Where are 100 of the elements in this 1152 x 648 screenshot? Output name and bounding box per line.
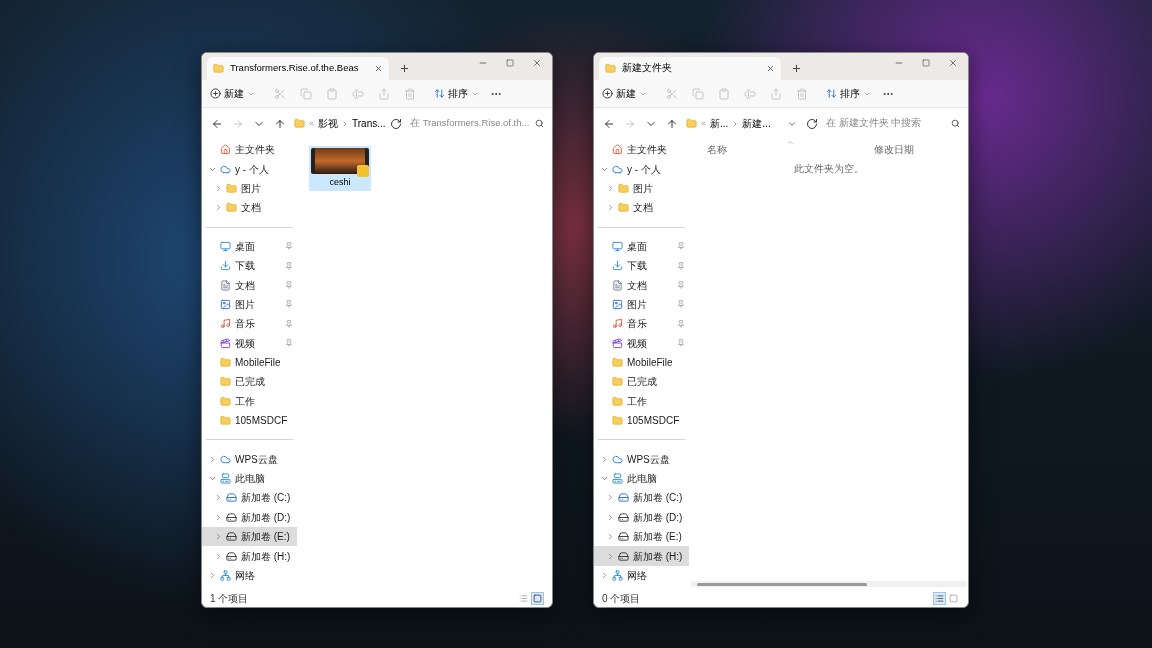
- nav-item[interactable]: 新加卷 (D:): [202, 507, 297, 528]
- pin-icon[interactable]: [285, 242, 293, 251]
- chevron-right-icon[interactable]: [600, 571, 609, 580]
- nav-item[interactable]: WPS云盘: [202, 449, 297, 469]
- tab[interactable]: Transformers.Rise.of.the.Beas: [207, 57, 389, 80]
- breadcrumb[interactable]: 影视: [318, 116, 338, 131]
- nav-item[interactable]: 桌面: [594, 236, 689, 256]
- nav-item[interactable]: 此电脑: [594, 468, 689, 489]
- nav-item[interactable]: 下载: [202, 255, 297, 276]
- large-icons-view-button[interactable]: [531, 591, 544, 605]
- nav-item[interactable]: 新加卷 (C:): [594, 488, 689, 508]
- tab[interactable]: 新建文件夹: [599, 57, 781, 80]
- nav-item[interactable]: 视频: [202, 333, 297, 353]
- chevron-right-icon[interactable]: [214, 203, 223, 213]
- chevron-right-icon[interactable]: [214, 183, 223, 193]
- column-header[interactable]: 名称: [707, 141, 874, 157]
- pin-icon[interactable]: [677, 242, 685, 251]
- new-tab-icon[interactable]: [399, 63, 410, 74]
- nav-item[interactable]: 105MSDCF: [594, 411, 689, 431]
- chevron-right-icon[interactable]: [214, 532, 223, 542]
- address-bar[interactable]: 影视 Trans...: [291, 113, 384, 134]
- new-button[interactable]: 新建: [210, 86, 255, 101]
- nav-item[interactable]: 音乐: [202, 314, 297, 334]
- address-bar[interactable]: 新... 新建...: [683, 113, 800, 134]
- new-tab-icon[interactable]: [791, 63, 802, 74]
- pin-icon[interactable]: [677, 300, 685, 309]
- nav-item[interactable]: 网络: [202, 565, 297, 586]
- search-field[interactable]: 在 新建文件夹 中搜索: [823, 113, 963, 134]
- chevron-right-icon[interactable]: [208, 454, 217, 464]
- chevron-right-icon[interactable]: [214, 493, 223, 503]
- nav-item[interactable]: 已完成: [202, 372, 297, 392]
- nav-item[interactable]: 图片: [202, 178, 297, 199]
- column-header[interactable]: 修改日期: [874, 141, 914, 157]
- nav-item[interactable]: 文档: [202, 275, 297, 295]
- maximize-icon[interactable]: [506, 59, 514, 67]
- pin-icon[interactable]: [285, 339, 293, 348]
- nav-item[interactable]: 新加卷 (E:): [202, 527, 297, 547]
- close-icon[interactable]: [532, 58, 542, 68]
- nav-item[interactable]: y - 个人: [594, 159, 689, 179]
- nav-item[interactable]: 文档: [594, 198, 689, 218]
- nav-item[interactable]: 网络: [594, 565, 689, 586]
- new-button[interactable]: 新建: [602, 86, 647, 101]
- chevron-right-icon[interactable]: [214, 512, 223, 522]
- file-item[interactable]: ceshi: [309, 146, 371, 191]
- nav-item[interactable]: 下载: [594, 255, 689, 276]
- pin-icon[interactable]: [285, 300, 293, 309]
- chevron-right-icon[interactable]: [606, 203, 615, 213]
- nav-item[interactable]: MobileFile: [594, 352, 689, 373]
- nav-item[interactable]: 主文件夹: [202, 140, 297, 160]
- nav-item[interactable]: 图片: [594, 294, 689, 315]
- nav-item[interactable]: 文档: [594, 275, 689, 295]
- nav-item[interactable]: 图片: [202, 294, 297, 315]
- nav-item[interactable]: 新加卷 (H:): [594, 546, 689, 566]
- close-tab-icon[interactable]: [374, 64, 383, 73]
- nav-item[interactable]: 图片: [594, 178, 689, 199]
- chevron-right-icon[interactable]: [606, 532, 615, 542]
- pin-icon[interactable]: [285, 281, 293, 290]
- sort-button[interactable]: 排序: [826, 86, 871, 101]
- details-view-button[interactable]: [933, 591, 946, 605]
- nav-item[interactable]: 文档: [202, 198, 297, 218]
- nav-item[interactable]: 105MSDCF: [202, 411, 297, 431]
- pin-icon[interactable]: [285, 261, 293, 270]
- search-icon[interactable]: [535, 119, 544, 128]
- nav-item[interactable]: 视频: [594, 333, 689, 353]
- nav-item[interactable]: 新加卷 (D:): [594, 507, 689, 528]
- breadcrumb[interactable]: 新...: [710, 116, 729, 131]
- nav-item[interactable]: 新加卷 (H:): [202, 546, 297, 566]
- horizontal-scrollbar[interactable]: [691, 581, 966, 587]
- pin-icon[interactable]: [677, 281, 685, 290]
- nav-item[interactable]: y - 个人: [202, 159, 297, 179]
- sort-button[interactable]: 排序: [434, 86, 479, 101]
- nav-item[interactable]: 音乐: [594, 314, 689, 334]
- nav-item[interactable]: MobileFile: [202, 352, 297, 373]
- close-tab-icon[interactable]: [766, 64, 775, 73]
- search-icon[interactable]: [951, 119, 960, 128]
- nav-item[interactable]: 已完成: [594, 372, 689, 392]
- chevron-right-icon[interactable]: [606, 512, 615, 522]
- nav-item[interactable]: 桌面: [202, 236, 297, 256]
- chevron-right-icon[interactable]: [606, 493, 615, 503]
- chevron-right-icon[interactable]: [208, 571, 217, 580]
- search-field[interactable]: 在 Transformers.Rise.of.th...: [407, 113, 547, 134]
- pin-icon[interactable]: [677, 261, 685, 270]
- nav-item[interactable]: 新加卷 (E:): [594, 527, 689, 547]
- pin-icon[interactable]: [677, 319, 685, 328]
- nav-item[interactable]: 工作: [202, 391, 297, 412]
- pin-icon[interactable]: [677, 339, 685, 348]
- chevron-right-icon[interactable]: [606, 183, 615, 193]
- chevron-right-icon[interactable]: [214, 551, 223, 561]
- nav-item[interactable]: 此电脑: [202, 468, 297, 489]
- nav-item[interactable]: 新加卷 (C:): [202, 488, 297, 508]
- nav-item[interactable]: WPS云盘: [594, 449, 689, 469]
- chevron-right-icon[interactable]: [606, 551, 615, 561]
- chevron-right-icon[interactable]: [600, 454, 609, 464]
- breadcrumb[interactable]: Trans...: [352, 116, 386, 131]
- breadcrumb[interactable]: 新建...: [742, 116, 771, 131]
- close-icon[interactable]: [948, 58, 958, 68]
- maximize-icon[interactable]: [922, 59, 930, 67]
- nav-item[interactable]: 工作: [594, 391, 689, 412]
- nav-item[interactable]: 主文件夹: [594, 140, 689, 160]
- pin-icon[interactable]: [285, 319, 293, 328]
